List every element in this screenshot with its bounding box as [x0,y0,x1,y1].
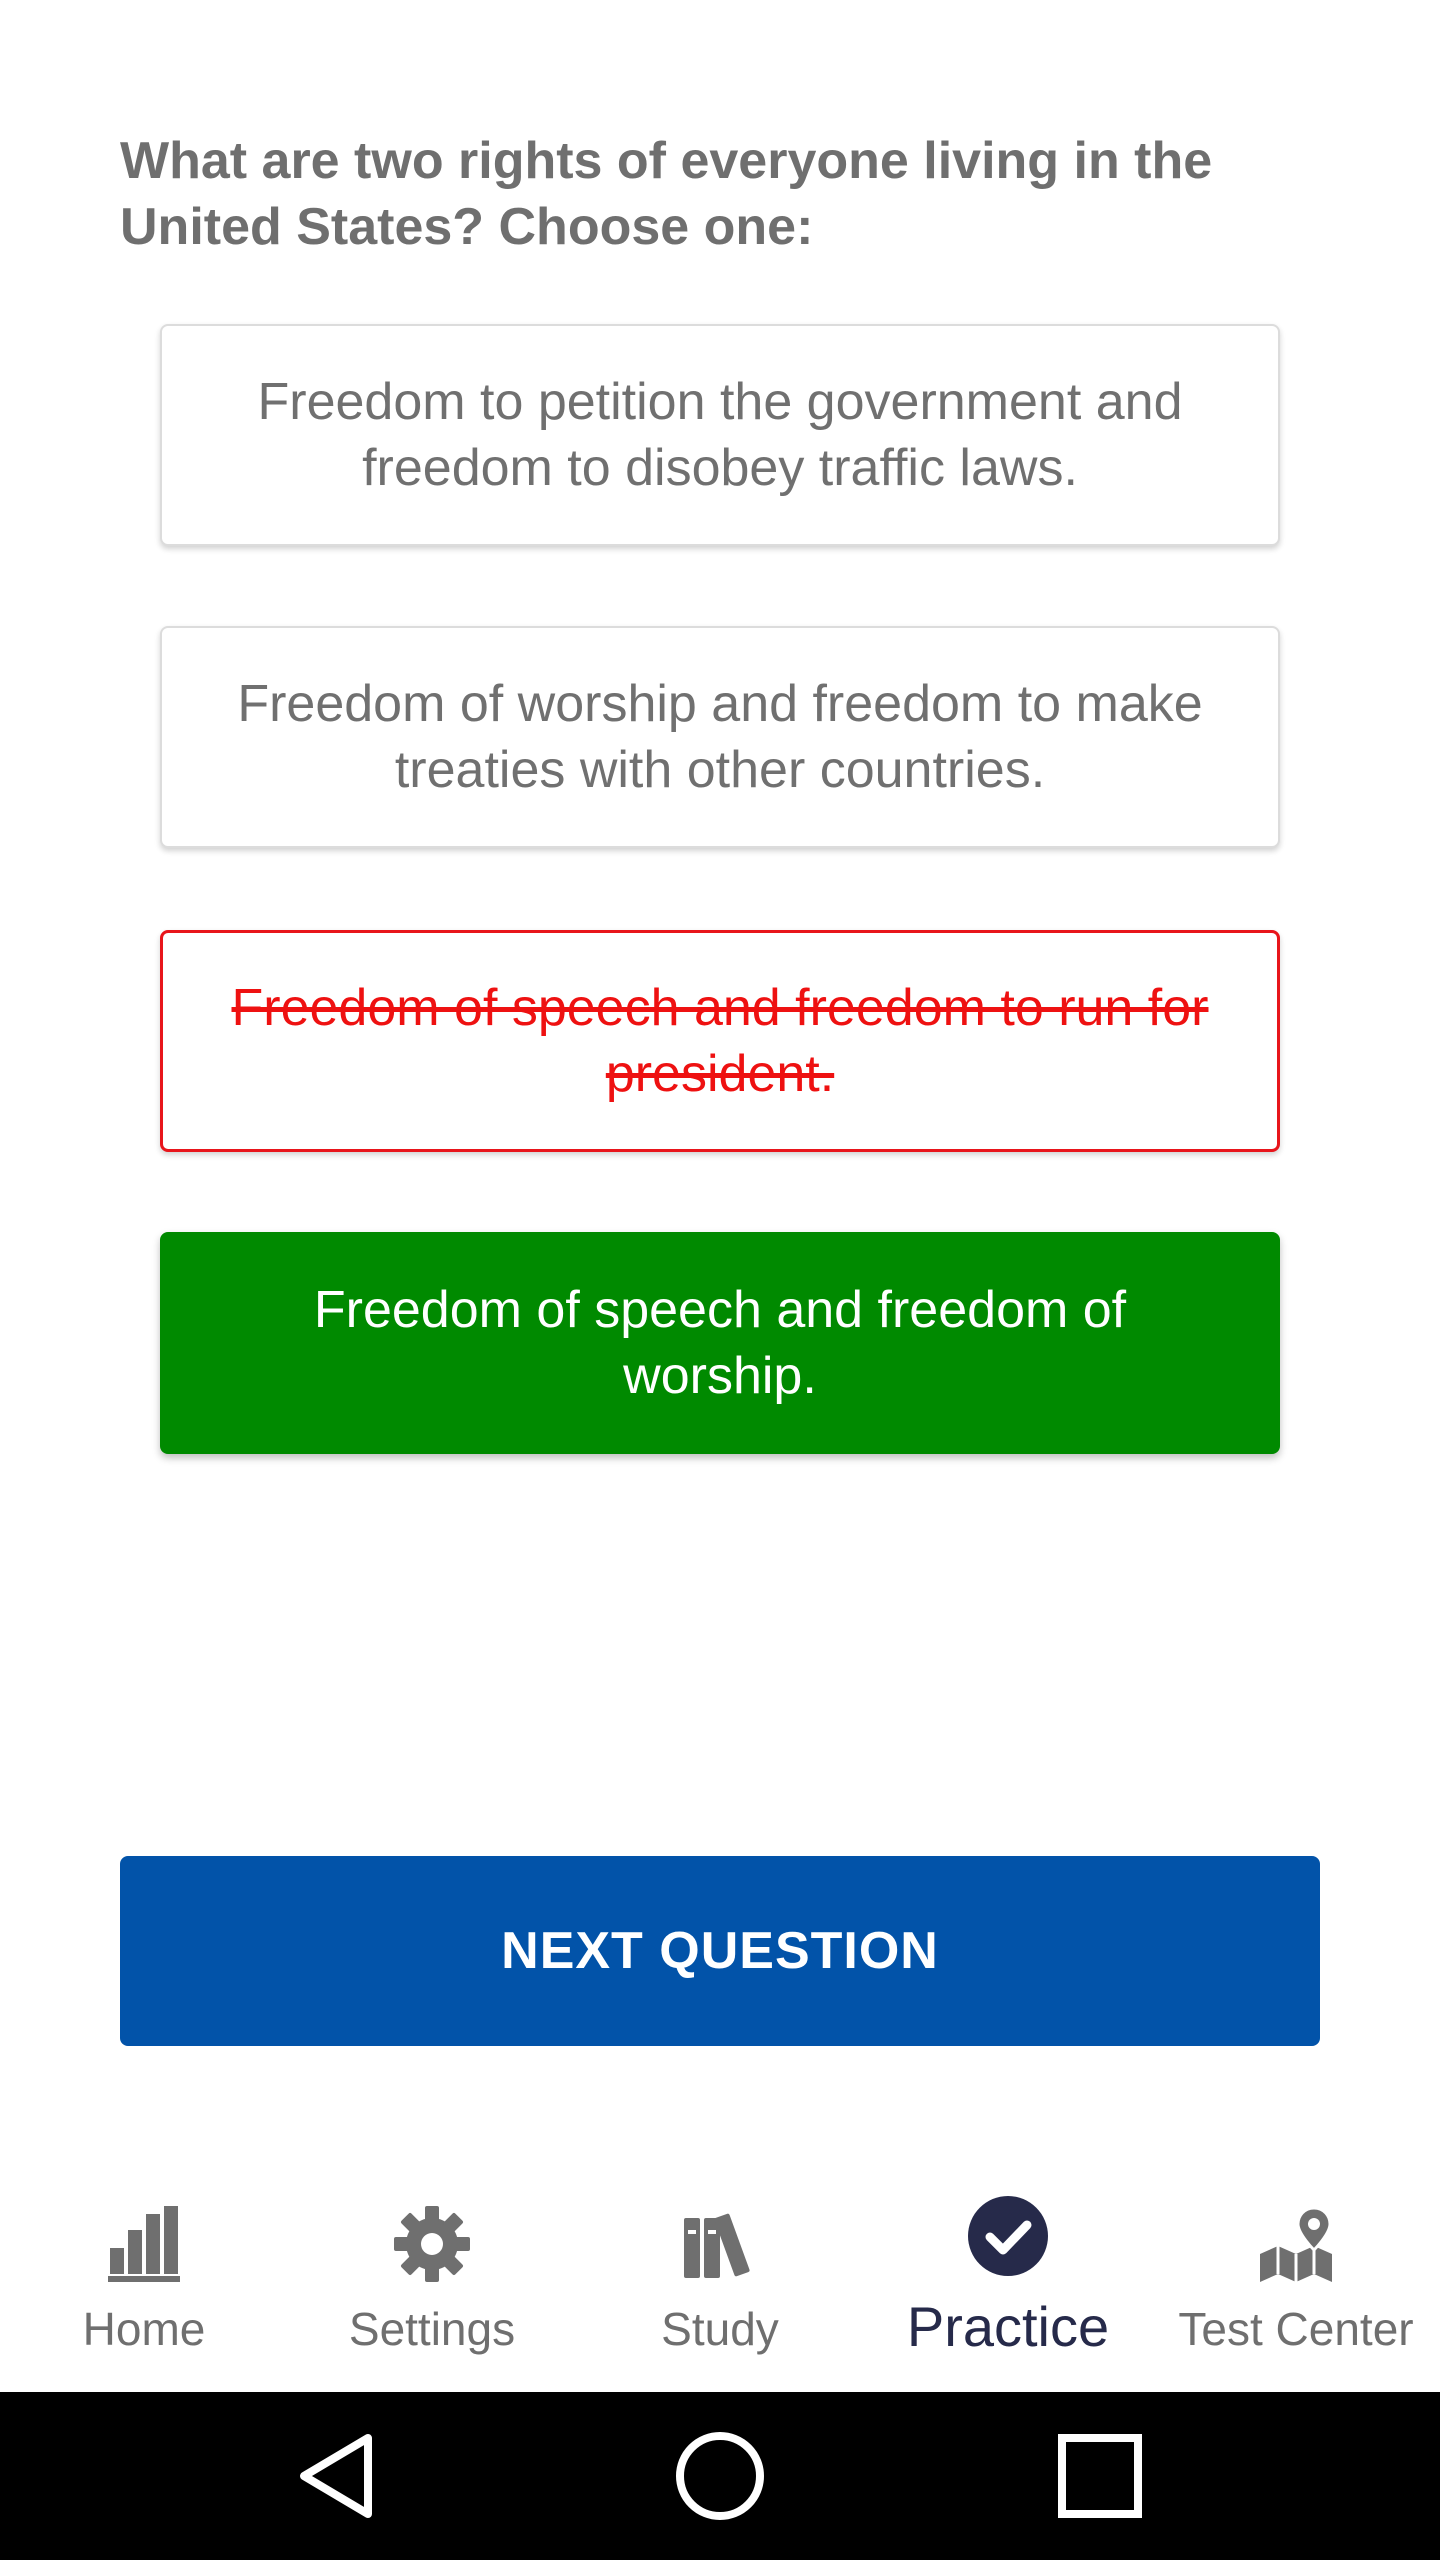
nav-label-study: Study [661,2303,779,2355]
answer-option-label: Freedom of worship and freedom to make t… [237,675,1203,799]
map-pin-icon [1260,2206,1332,2282]
system-navigation-bar [0,2392,1440,2560]
nav-label-test-center: Test Center [1178,2303,1414,2355]
nav-item-settings[interactable]: Settings [288,2170,576,2392]
home-circle-icon[interactable] [672,2428,768,2524]
nav-label-home: Home [82,2303,206,2355]
answer-option-label: Freedom to petition the government and f… [257,373,1183,497]
bottom-navigation: Home Settings Study Practice Test Center [0,2170,1440,2392]
gear-icon [394,2206,470,2282]
nav-item-study[interactable]: Study [576,2170,864,2392]
answer-option-2[interactable]: Freedom of worship and freedom to make t… [160,626,1280,848]
answer-option-label: Freedom of speech and freedom to run for… [231,979,1209,1103]
recents-square-icon[interactable] [1052,2428,1148,2524]
answer-option-1[interactable]: Freedom to petition the government and f… [160,324,1280,546]
books-icon [684,2213,750,2278]
check-circle-icon [968,2196,1048,2276]
next-question-button[interactable]: NEXT QUESTION [120,1856,1320,2046]
answer-option-3-wrong[interactable]: Freedom of speech and freedom to run for… [160,930,1280,1152]
bar-chart-icon [108,2206,180,2282]
practice-screen: What are two rights of everyone living i… [0,0,1440,2560]
nav-label-practice: Practice [906,2295,1110,2358]
question-text: What are two rights of everyone living i… [120,132,1213,256]
answer-option-4-correct[interactable]: Freedom of speech and freedom of worship… [160,1232,1280,1454]
back-icon[interactable] [292,2428,388,2524]
nav-label-settings: Settings [348,2303,516,2355]
nav-item-home[interactable]: Home [0,2170,288,2392]
nav-item-practice[interactable]: Practice [864,2170,1152,2392]
nav-item-test-center[interactable]: Test Center [1152,2170,1440,2392]
answer-option-label: Freedom of speech and freedom of worship… [313,1281,1127,1405]
